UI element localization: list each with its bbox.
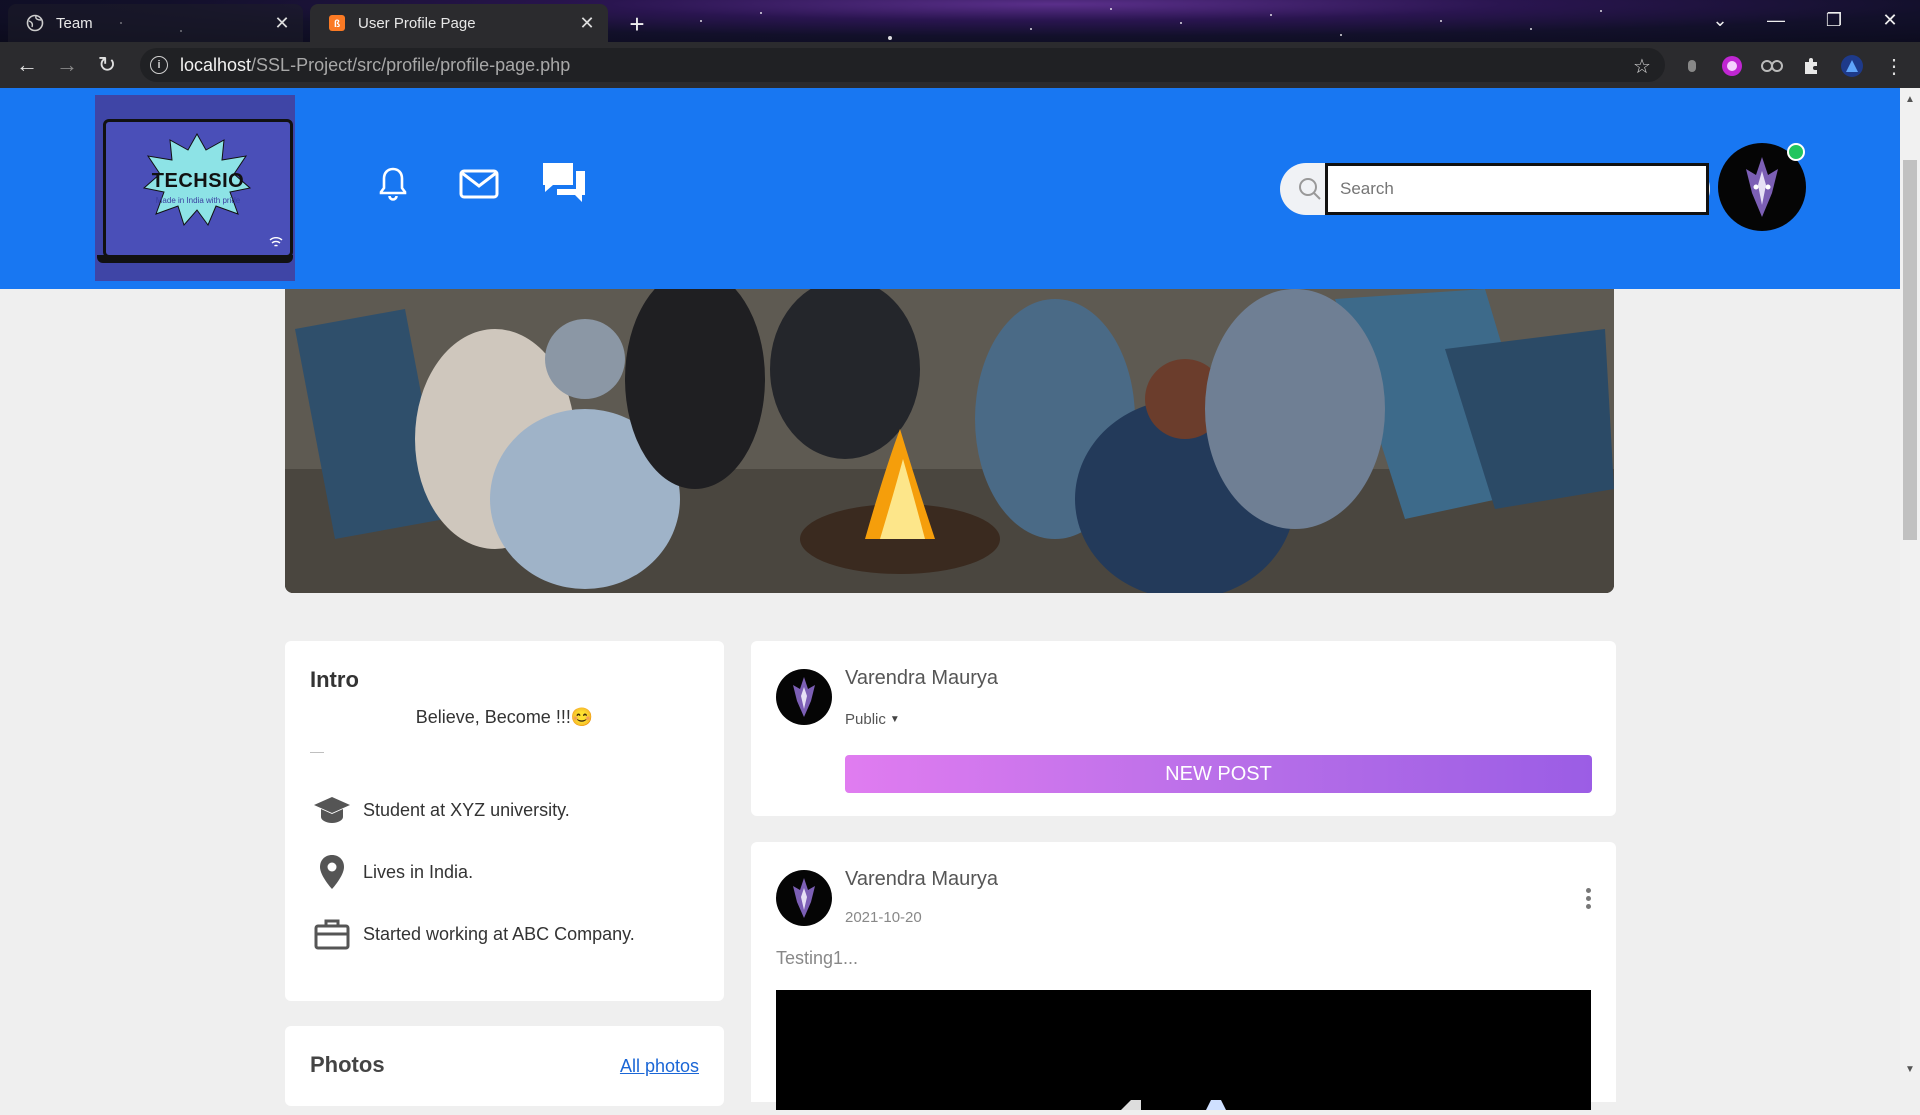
post-date: 2021-10-20 [845, 909, 922, 926]
privacy-dropdown[interactable]: Public ▼ [845, 711, 900, 728]
new-post-button[interactable]: NEW POST [845, 755, 1592, 793]
wifi-icon [269, 237, 283, 247]
svg-text:ß: ß [334, 19, 340, 30]
forward-button[interactable]: → [52, 50, 82, 80]
intro-card: Intro Believe, Become !!!😊 — Student at … [285, 641, 724, 1001]
intro-item-work: Started working at ABC Company. [313, 915, 635, 953]
browser-menu-icon[interactable]: ⋮ [1882, 54, 1906, 78]
extension-icon[interactable] [1760, 54, 1784, 78]
online-status-indicator [1787, 143, 1805, 161]
minimize-button[interactable]: — [1748, 0, 1804, 40]
logo-laptop: TECHSIO Made in India with pride [103, 119, 293, 258]
logo-laptop-base [97, 255, 293, 263]
back-button[interactable]: ← [12, 50, 42, 80]
scroll-up-arrow[interactable]: ▲ [1903, 92, 1917, 106]
extension-icon[interactable] [1720, 54, 1744, 78]
privacy-label: Public [845, 711, 886, 728]
post-content: Testing1... [776, 948, 859, 968]
intro-item-text: Started working at ABC Company. [363, 923, 635, 944]
logo-text: TECHSIO [151, 170, 245, 192]
intro-bio: Believe, Become !!!😊 [415, 707, 594, 727]
tab-title: User Profile Page [358, 14, 476, 32]
intro-item-education: Student at XYZ university. [313, 791, 570, 829]
new-tab-button[interactable]: + [622, 9, 652, 39]
close-tab-icon[interactable]: ✕ [576, 12, 598, 34]
intro-heading: Intro [310, 667, 359, 692]
address-bar[interactable]: i localhost/SSL-Project/src/profile/prof… [140, 48, 1665, 82]
bookmark-star-icon[interactable]: ☆ [1630, 54, 1654, 78]
reload-button[interactable]: ↻ [92, 50, 122, 80]
intro-item-text: Lives in India. [363, 861, 474, 882]
logo-tagline: Made in India with pride [155, 196, 241, 205]
tab-user-profile-page[interactable]: ß User Profile Page ✕ [310, 4, 608, 42]
close-tab-icon[interactable]: ✕ [271, 12, 293, 34]
graduation-cap-icon [313, 791, 351, 829]
site-info-icon[interactable]: i [150, 56, 168, 74]
post-composer: Varendra Maurya Public ▼ NEW POST [751, 641, 1616, 816]
chat-icon[interactable] [540, 160, 588, 206]
close-window-button[interactable]: ✕ [1862, 0, 1918, 40]
url-path: /SSL-Project/src/profile/profile-page.ph… [251, 54, 571, 75]
photos-heading: Photos [310, 1052, 385, 1077]
more-options-icon[interactable] [1583, 888, 1593, 910]
tab-title: Team [56, 14, 93, 32]
tab-team[interactable]: Team ✕ [8, 4, 303, 42]
intro-item-text: Student at XYZ university. [363, 799, 570, 820]
caret-down-icon: ▼ [889, 714, 900, 725]
globe-icon [26, 14, 44, 32]
post-media[interactable] [776, 990, 1591, 1110]
site-header: TECHSIO Made in India with pride [0, 88, 1900, 289]
xampp-icon: ß [328, 14, 346, 32]
intro-separator: — [310, 743, 324, 759]
extension-icon[interactable] [1680, 54, 1704, 78]
avatar[interactable] [776, 870, 832, 926]
site-logo[interactable]: TECHSIO Made in India with pride [95, 95, 295, 281]
intro-item-location: Lives in India. [313, 853, 473, 891]
cover-photo-scene [285, 289, 1614, 593]
briefcase-icon [313, 915, 351, 953]
photos-card: Photos All photos [285, 1026, 724, 1106]
post-card: Varendra Maurya 2021-10-20 Testing1... [751, 842, 1616, 1110]
post-author-name[interactable]: Varendra Maurya [845, 868, 998, 891]
mail-icon[interactable] [458, 164, 500, 204]
profile-icon[interactable] [1840, 54, 1864, 78]
restore-button[interactable]: ❐ [1806, 0, 1862, 40]
search-input[interactable] [1325, 163, 1709, 215]
browser-tab-strip: Team ✕ ß User Profile Page ✕ + ⌄ — ❐ ✕ [0, 0, 1920, 42]
cover-photo[interactable] [285, 289, 1614, 593]
scrollbar-thumb[interactable] [1903, 160, 1917, 540]
browser-toolbar: ← → ↻ i localhost/SSL-Project/src/profil… [0, 42, 1920, 88]
puzzle-extensions-icon[interactable] [1800, 54, 1824, 78]
all-photos-link[interactable]: All photos [620, 1056, 699, 1077]
composer-user-name[interactable]: Varendra Maurya [845, 667, 998, 690]
tab-search-icon[interactable]: ⌄ [1692, 0, 1748, 40]
bell-icon[interactable] [375, 164, 411, 204]
scroll-down-arrow[interactable]: ▼ [1903, 1062, 1917, 1076]
search-box [1280, 163, 1710, 215]
search-icon [1299, 178, 1321, 200]
location-pin-icon [313, 853, 351, 891]
avatar[interactable] [776, 669, 832, 725]
url-host: localhost [180, 54, 252, 75]
